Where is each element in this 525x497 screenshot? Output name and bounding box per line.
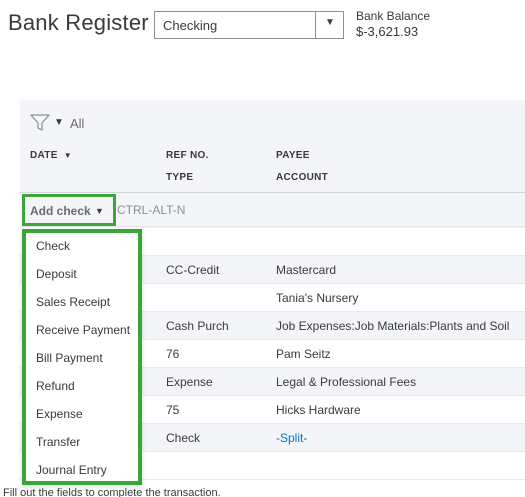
column-header-account: ACCOUNT <box>276 172 329 183</box>
funnel-icon[interactable] <box>30 114 50 132</box>
row-ref: 75 <box>166 403 180 417</box>
filter-caret-icon[interactable]: ▼ <box>54 117 64 128</box>
menu-item-transfer[interactable]: Transfer <box>36 435 80 449</box>
menu-item-check[interactable]: Check <box>36 239 70 253</box>
account-select-toggle[interactable]: ▼ <box>315 12 343 38</box>
row-payee: Legal & Professional Fees <box>276 375 417 389</box>
add-check-button[interactable]: Add check ▼ <box>22 194 116 226</box>
bank-balance-value: $-3,621.93 <box>356 24 419 39</box>
row-ref: Cash Purch <box>166 319 229 333</box>
row-payee: Pam Seitz <box>276 347 331 361</box>
column-header-ref-no: REF NO. <box>166 150 209 161</box>
menu-item-deposit[interactable]: Deposit <box>36 267 77 281</box>
row-ref: Check <box>166 431 201 445</box>
keyboard-shortcut-hint: CTRL-ALT-N <box>117 203 186 217</box>
bank-balance: Bank Balance $-3,621.93 <box>356 9 430 39</box>
split-link[interactable]: -Split- <box>276 431 307 445</box>
menu-item-journal-entry[interactable]: Journal Entry <box>36 463 107 477</box>
row-payee: Job Expenses:Job Materials:Plants and So… <box>276 319 510 333</box>
row-payee: Hicks Hardware <box>276 403 361 417</box>
column-header-payee: PAYEE <box>276 150 310 161</box>
row-payee: Mastercard <box>276 263 337 277</box>
account-select[interactable]: Checking ▼ <box>154 11 344 39</box>
page-title: Bank Register <box>8 10 149 35</box>
filter-label: All <box>70 116 85 131</box>
instruction-text: Fill out the fields to complete the tran… <box>3 487 221 497</box>
sort-caret-icon: ▼ <box>63 151 72 160</box>
caret-down-icon: ▼ <box>325 17 335 28</box>
page-header: Bank Register Checking ▼ Bank Balance $-… <box>0 0 525 60</box>
row-ref: CC-Credit <box>166 263 220 277</box>
menu-item-expense[interactable]: Expense <box>36 407 83 421</box>
row-ref: 76 <box>166 347 180 361</box>
add-transaction-menu: Check Deposit Sales Receipt Receive Paym… <box>22 229 142 485</box>
menu-item-bill-payment[interactable]: Bill Payment <box>36 351 103 365</box>
menu-item-refund[interactable]: Refund <box>36 379 75 393</box>
add-check-label: Add check <box>30 204 91 218</box>
row-payee: Tania's Nursery <box>276 291 359 305</box>
row-ref: Expense <box>166 375 213 389</box>
menu-item-receive-payment[interactable]: Receive Payment <box>36 323 130 337</box>
bank-balance-label: Bank Balance <box>356 9 431 23</box>
menu-item-sales-receipt[interactable]: Sales Receipt <box>36 295 110 309</box>
column-header-type: TYPE <box>166 172 194 183</box>
column-date-label: DATE <box>30 150 58 161</box>
column-header-date[interactable]: DATE ▼ <box>30 150 72 161</box>
add-check-caret-icon[interactable]: ▼ <box>95 206 104 216</box>
account-select-value: Checking <box>163 18 218 33</box>
